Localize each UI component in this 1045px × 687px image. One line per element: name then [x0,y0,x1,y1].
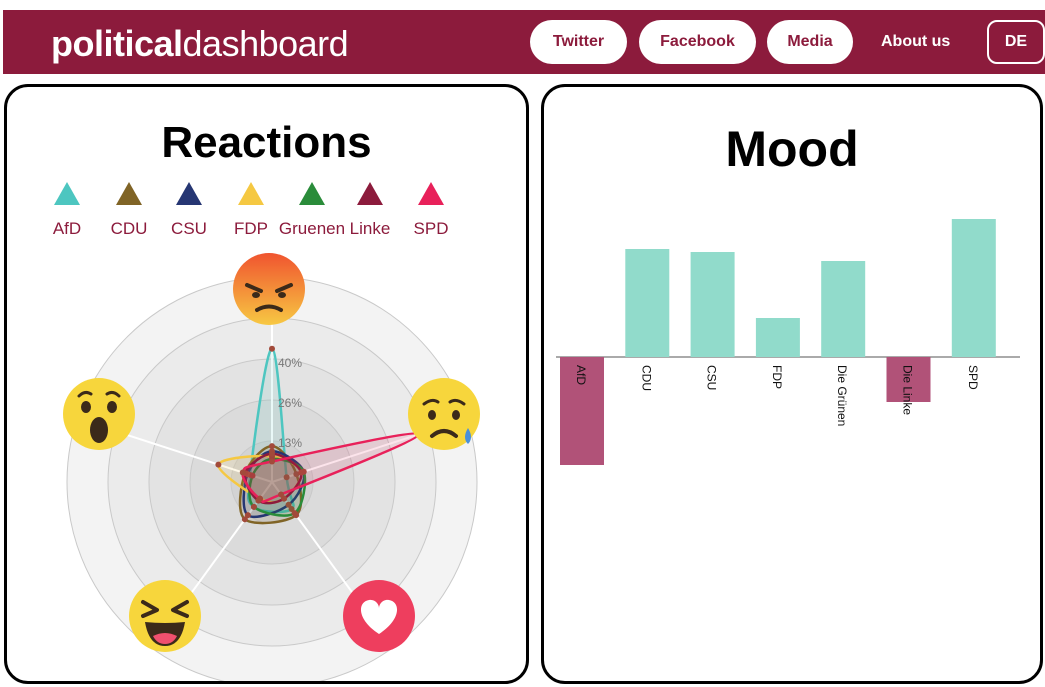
legend-label: CDU [111,219,148,238]
mood-bar-label: SPD [966,365,980,390]
mood-bar-label: CDU [639,365,653,391]
mood-bar-label: Die Grünen [835,365,849,426]
radar-point [269,450,275,457]
radar-point [239,469,246,476]
legend-label: Linke [350,219,391,238]
legend-marker-spd [418,182,444,205]
mood-bar-chart: AfD CDU CSU FDP Die Grünen Die Linke SPD [556,219,1020,465]
heart-icon [343,580,415,652]
header-gap [524,0,527,10]
legend-label: Gruenen [279,219,345,238]
radar-tick-label: 26% [278,396,302,410]
sad-face-icon [408,378,480,450]
legend-item-csu[interactable]: CSU [171,182,207,238]
language-toggle[interactable]: DE [987,20,1045,64]
legend-item-spd[interactable]: SPD [414,182,449,238]
legend-item-gruenen[interactable]: Gruenen [279,182,345,238]
radar-point [269,443,275,450]
mood-bar-label: CSU [705,365,719,390]
logo-bold: political [51,23,183,64]
legend-item-afd[interactable]: AfD [53,182,81,238]
legend-marker-linke [357,182,383,205]
nav-facebook-button[interactable]: Facebook [639,20,756,64]
radar-tick-label: 13% [278,436,302,450]
logo-light: dashboard [182,23,349,64]
nav-twitter-button[interactable]: Twitter [530,20,627,64]
radar-tick-label: 40% [278,356,302,370]
mood-bar-spd[interactable] [951,219,996,357]
radar-point [269,345,275,352]
legend-label: AfD [53,219,81,238]
laughing-face-icon [129,580,201,652]
mood-bar-csu[interactable] [690,252,735,357]
mood-bar-label: Die Linke [901,365,915,415]
mood-card: Mood AfD CDU CSU FDP Die Grünen Die Linke SPD [541,84,1043,684]
angry-face-icon [233,253,305,325]
radar-point [291,510,298,517]
reactions-card: Reactions AfD CDU CSU FDP Gruenen Linke SPD 13… [4,84,529,684]
radar-point [269,458,275,465]
legend-item-cdu[interactable]: CDU [111,182,148,238]
nav-about-link[interactable]: About us [881,20,971,64]
radar-point [250,503,257,510]
wow-face-icon [63,378,135,450]
radar-point [256,495,263,502]
legend-marker-gruenen [299,182,325,205]
radar-point [215,461,222,468]
site-logo[interactable]: politicaldashboard [51,23,349,64]
nav-media-button[interactable]: Media [767,20,853,64]
legend-marker-fdp [238,182,264,205]
radar-point [278,491,285,498]
legend-marker-csu [176,182,202,205]
mood-bar-label: AfD [574,365,588,385]
mood-bar-label: FDP [770,365,784,389]
mood-bar-cdu[interactable] [625,249,670,357]
legend-marker-cdu [116,182,142,205]
legend-item-fdp[interactable]: FDP [234,182,268,238]
legend-label: FDP [234,219,268,238]
mood-bar-die-gr-nen[interactable] [821,261,866,357]
reactions-radar-chart: AfD CDU CSU FDP Gruenen Linke SPD 13% 26% 40% [53,182,480,681]
legend-marker-afd [54,182,80,205]
legend-label: SPD [414,219,449,238]
legend-label: CSU [171,219,207,238]
header-bar: politicaldashboard Twitter Facebook Medi… [3,10,1045,74]
radar-point [244,512,251,519]
mood-bar-fdp[interactable] [755,318,800,357]
legend-item-linke[interactable]: Linke [350,182,391,238]
